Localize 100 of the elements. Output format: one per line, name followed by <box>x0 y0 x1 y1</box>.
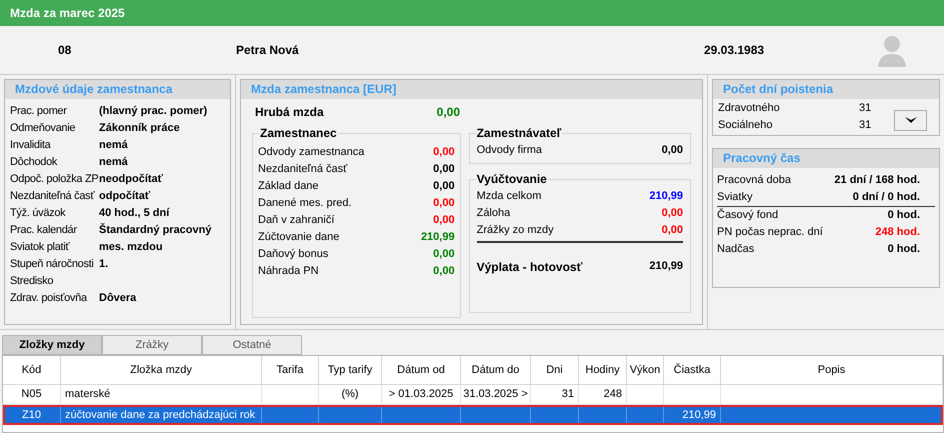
field-label: Zdrav. poisťovňa <box>10 291 88 306</box>
field-label: Zúčtovanie dane <box>258 230 340 246</box>
field-label: Invalidita <box>10 138 52 154</box>
field-label: Stredisko <box>10 274 54 290</box>
employee-number: 08 <box>58 42 72 59</box>
dropdown-button[interactable] <box>894 110 927 131</box>
field-label: Mzda celkom <box>476 189 542 204</box>
table-cell-text: Z10 <box>22 408 41 423</box>
field-label: Nezdaniteľná časť <box>10 189 96 204</box>
field-value: 0,00 <box>433 213 455 228</box>
field-value: 31 <box>859 118 872 134</box>
column-header[interactable]: Dni <box>531 356 579 384</box>
field-value: Zákonník práce <box>99 121 180 136</box>
column-header[interactable]: Čiastka <box>664 356 721 384</box>
column-header[interactable]: Dátum od <box>382 356 461 384</box>
field-value: 0,00 <box>433 145 455 160</box>
birth-date: 29.03.1983 <box>704 42 766 59</box>
column-header[interactable]: Dátum do <box>461 356 531 384</box>
column-header[interactable]: Výkon <box>627 356 664 384</box>
column-header[interactable]: Tarifa <box>262 356 319 384</box>
table-cell-text: (%) <box>341 387 359 402</box>
field-value: 210,99 <box>649 259 683 274</box>
column-header[interactable]: Hodiny <box>579 356 627 384</box>
field-value: 0 hod. <box>888 242 920 258</box>
field-label: Daň v zahraničí <box>258 213 334 228</box>
field-value: nemá <box>99 138 128 154</box>
field-value: 0,00 <box>662 206 683 222</box>
field-label: Sviatok platiť <box>10 240 71 256</box>
column-header[interactable]: Typ tarify <box>319 356 382 384</box>
field-label: Sviatky <box>717 190 752 206</box>
field-label: Prac. kalendár <box>10 223 78 238</box>
table-cell-text: N05 <box>21 387 42 402</box>
group-title: Vyúčtovanie <box>476 171 548 187</box>
field-value: 21 dní / 168 hod. <box>834 173 920 188</box>
field-value: 210,99 <box>420 230 455 246</box>
panel-title: Mzdové údaje zamestnanca <box>5 80 230 99</box>
table-row[interactable]: Z10 zúčtovanie dane za predchádzajúci rok 210,99 <box>3 405 943 425</box>
field-value: 0,00 <box>433 179 455 194</box>
field-label: Hrubá mzda <box>255 104 324 121</box>
table-cell-text: materské <box>65 387 110 402</box>
field-label: Odvody zamestnanca <box>258 145 364 160</box>
field-value: mes. mzdou <box>99 240 163 256</box>
table-cell-text: 31.03.2025 > <box>463 387 528 402</box>
field-label: Zdravotného <box>718 101 781 116</box>
tab[interactable]: Ostatné <box>202 335 302 355</box>
table-cell-text: 31 <box>562 387 574 402</box>
field-value: Štandardný pracovný <box>99 222 212 238</box>
field-value: nemá <box>99 155 128 170</box>
chevron-down-icon <box>904 117 916 124</box>
field-label: Sociálneho <box>718 118 774 134</box>
field-label: Časový fond <box>717 207 778 224</box>
field-value: 0,00 <box>433 247 455 262</box>
field-label: Odmeňovanie <box>10 121 76 136</box>
panel-title: Počet dní poistenia <box>713 80 939 99</box>
field-label: Zrážky zo mzdy <box>476 223 554 238</box>
column-header[interactable]: Popis <box>721 356 943 384</box>
table-cell-text: > 01.03.2025 <box>388 387 454 402</box>
field-value: neodpočítať <box>99 172 163 188</box>
field-value: 0 hod. <box>888 208 920 224</box>
field-value: 0,00 <box>433 264 455 280</box>
field-label: PN počas neprac. dní <box>717 225 823 240</box>
tab[interactable]: Zrážky <box>102 335 202 355</box>
field-label: Stupeň náročnosti <box>10 257 95 272</box>
field-label: Nezdaniteľná časť <box>258 162 348 178</box>
field-value: 210,99 <box>649 189 683 204</box>
field-value: 0,00 <box>433 162 455 178</box>
field-label: Náhrada PN <box>258 264 319 280</box>
field-label: Daňový bonus <box>258 247 328 262</box>
field-label: Pracovná doba <box>717 173 791 188</box>
field-value: 0,00 <box>662 223 683 238</box>
field-label: Záloha <box>476 206 510 222</box>
field-label: Danené mes. pred. <box>258 196 352 212</box>
column-header[interactable]: Kód <box>3 356 61 384</box>
panel-title: Pracovný čas <box>713 149 939 168</box>
tab[interactable]: Zložky mzdy <box>2 335 102 355</box>
field-value: 248 hod. <box>875 225 920 240</box>
employee-name: Petra Nová <box>236 42 300 59</box>
field-value: 0,00 <box>433 196 455 212</box>
field-value: 0,00 <box>436 104 460 121</box>
field-value: 0 dní / 0 hod. <box>852 190 920 206</box>
panel-title: Mzda zamestnanca [EUR] <box>241 80 702 99</box>
field-value: Dôvera <box>99 291 136 306</box>
field-label: Nadčas <box>717 242 754 258</box>
table-cell-text: 248 <box>604 387 622 402</box>
field-value: 40 hod., 5 dní <box>99 206 170 222</box>
field-value: (hlavný prac. pomer) <box>99 104 208 120</box>
table-cell-text: 210,99 <box>682 408 716 423</box>
field-value: odpočítať <box>99 189 150 204</box>
field-value: 31 <box>859 101 872 116</box>
field-value: 0,00 <box>662 143 683 158</box>
field-label: Dôchodok <box>10 155 58 170</box>
field-label: Prac. pomer <box>10 104 68 120</box>
column-header[interactable]: Zložka mzdy <box>61 356 262 384</box>
table-cell-text: zúčtovanie dane za predchádzajúci rok <box>65 408 256 423</box>
field-label: Odvody firma <box>476 143 542 158</box>
field-label: Základ dane <box>258 179 319 194</box>
field-label: Výplata - hotovosť <box>476 258 582 276</box>
field-label: Týž. úväzok <box>10 206 66 222</box>
avatar-icon <box>877 33 907 67</box>
field-label: Odpoč. položka ZP <box>10 172 99 188</box>
